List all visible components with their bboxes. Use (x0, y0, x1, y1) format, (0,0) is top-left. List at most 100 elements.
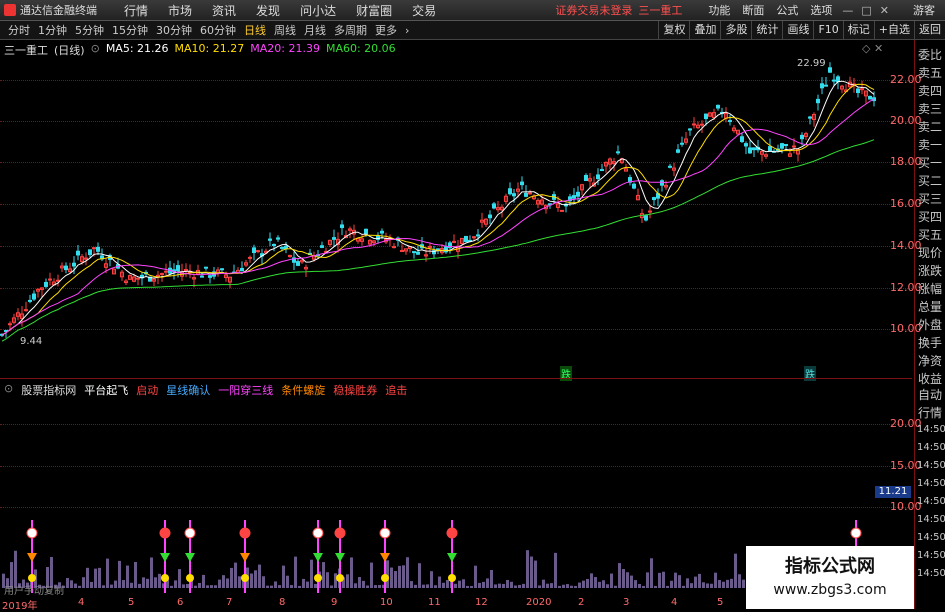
menu-item-trade[interactable]: 交易 (412, 2, 436, 19)
candle-body (392, 246, 396, 249)
period-bar: 分时 1分钟 5分钟 15分钟 30分钟 60分钟 日线 周线 月线 多周期 更… (0, 21, 945, 40)
indicator-bar (630, 575, 633, 588)
section-button[interactable]: 断面 (742, 2, 764, 18)
menu-item-wealth[interactable]: 财富圈 (356, 2, 392, 19)
candle-body (768, 146, 772, 152)
signal-dot-icon (28, 574, 36, 582)
signal-badge-icon (312, 527, 324, 539)
x-axis-label: 11 (428, 597, 441, 608)
maximize-icon[interactable]: □ (861, 4, 871, 17)
indicator-bar (314, 583, 317, 588)
indicator-bar (534, 560, 537, 588)
add-watchlist-button[interactable]: +自选 (873, 21, 914, 39)
chevron-right-icon[interactable]: › (405, 24, 409, 37)
options-button[interactable]: 选项 (810, 2, 832, 18)
x-axis-label: 10 (380, 597, 393, 608)
period-5min[interactable]: 5分钟 (75, 22, 104, 38)
indicator-bar (198, 582, 201, 588)
close-icon[interactable]: ✕ (880, 4, 889, 17)
candle-body (808, 116, 812, 119)
indicator-bar (130, 582, 133, 588)
indicator-bar (154, 577, 157, 588)
signal-triangle-icon (240, 553, 250, 562)
signal-triangle-icon (185, 553, 195, 562)
candle-body (644, 215, 648, 221)
period-more[interactable]: 更多 (375, 22, 397, 38)
menu-item-quotes[interactable]: 行情 (124, 2, 148, 19)
tick-time: 14:50 (917, 568, 945, 579)
period-weekly[interactable]: 周线 (274, 22, 296, 38)
indicator-bar (174, 580, 177, 588)
mark-button[interactable]: 标记 (842, 21, 874, 39)
minimize-icon[interactable]: — (842, 4, 853, 17)
x-axis-label: 3 (623, 597, 630, 608)
bottom-note: 用户手动复制 (4, 586, 64, 597)
function-button[interactable]: 功能 (708, 2, 730, 18)
period-15min[interactable]: 15分钟 (112, 22, 148, 38)
candle-body (728, 120, 732, 123)
menu-item-news[interactable]: 资讯 (212, 2, 236, 19)
indicator-bar (414, 584, 417, 588)
candle-body (252, 247, 256, 254)
period-1min[interactable]: 1分钟 (38, 22, 67, 38)
formula-button[interactable]: 公式 (776, 2, 798, 18)
indicator-bar (598, 581, 601, 588)
x-axis-label: 2020 (526, 597, 552, 608)
quote-field-label: 外盘 (918, 318, 943, 332)
indicator-bar (582, 580, 585, 588)
signal-badge-icon (850, 527, 862, 539)
moving-average-line (1, 139, 875, 342)
indicator-bar (94, 568, 97, 588)
candle-body (272, 243, 276, 246)
signal-badge-icon (26, 527, 38, 539)
indicator-bar (402, 565, 405, 588)
multi-stock-button[interactable]: 多股 (720, 21, 751, 39)
statistics-button[interactable]: 统计 (751, 21, 782, 39)
period-multi[interactable]: 多周期 (334, 22, 367, 38)
candle-body (32, 293, 36, 300)
side-tab[interactable]: 自动 (918, 386, 942, 403)
draw-line-button[interactable]: 画线 (782, 21, 813, 39)
menu-item-ask[interactable]: 问小达 (300, 2, 336, 19)
x-axis-label: 2019年 (2, 601, 38, 612)
indicator-bar (434, 585, 437, 588)
indicator-bar (258, 564, 261, 588)
indicator-bar (558, 585, 561, 588)
indicator-bar (718, 579, 721, 588)
f10-button[interactable]: F10 (813, 21, 842, 39)
indicator-bar (294, 556, 297, 588)
watermark-logo: 指标公式网 www.zbgs3.com (746, 546, 914, 609)
period-30min[interactable]: 30分钟 (156, 22, 192, 38)
moving-average-line (1, 83, 875, 336)
adjust-button[interactable]: 复权 (658, 21, 689, 39)
indicator-bar (506, 579, 509, 588)
indicator-bar (238, 576, 241, 588)
menu-item-market[interactable]: 市场 (168, 2, 192, 19)
indicator-bar (726, 579, 729, 588)
indicator-bar (494, 584, 497, 588)
period-daily[interactable]: 日线 (244, 22, 266, 38)
signal-dot-icon (381, 574, 389, 582)
candle-body (828, 67, 832, 73)
indicator-bar (550, 583, 553, 588)
indicator-bar (394, 571, 397, 588)
login-status[interactable]: 证券交易未登录 (555, 2, 632, 18)
candle-body (76, 250, 80, 256)
indicator-bar (574, 585, 577, 588)
guest-label[interactable]: 游客 (913, 2, 935, 18)
menu-item-discover[interactable]: 发现 (256, 2, 280, 19)
current-stock-name: 三一重工 (638, 4, 683, 17)
x-axis-label: 8 (279, 597, 286, 608)
candle-body (836, 76, 840, 83)
indicator-bar (634, 580, 637, 588)
overlay-button[interactable]: 叠加 (689, 21, 720, 39)
candle-body (744, 143, 748, 147)
period-60min[interactable]: 60分钟 (200, 22, 236, 38)
candle-body (44, 281, 48, 287)
side-tab[interactable]: 行情 (918, 404, 942, 421)
candlestick-chart (0, 62, 876, 342)
period-intraday[interactable]: 分时 (8, 22, 30, 38)
period-monthly[interactable]: 月线 (304, 22, 326, 38)
quote-field-label: 卖二 (918, 120, 943, 134)
back-button[interactable]: 返回 (914, 21, 945, 39)
